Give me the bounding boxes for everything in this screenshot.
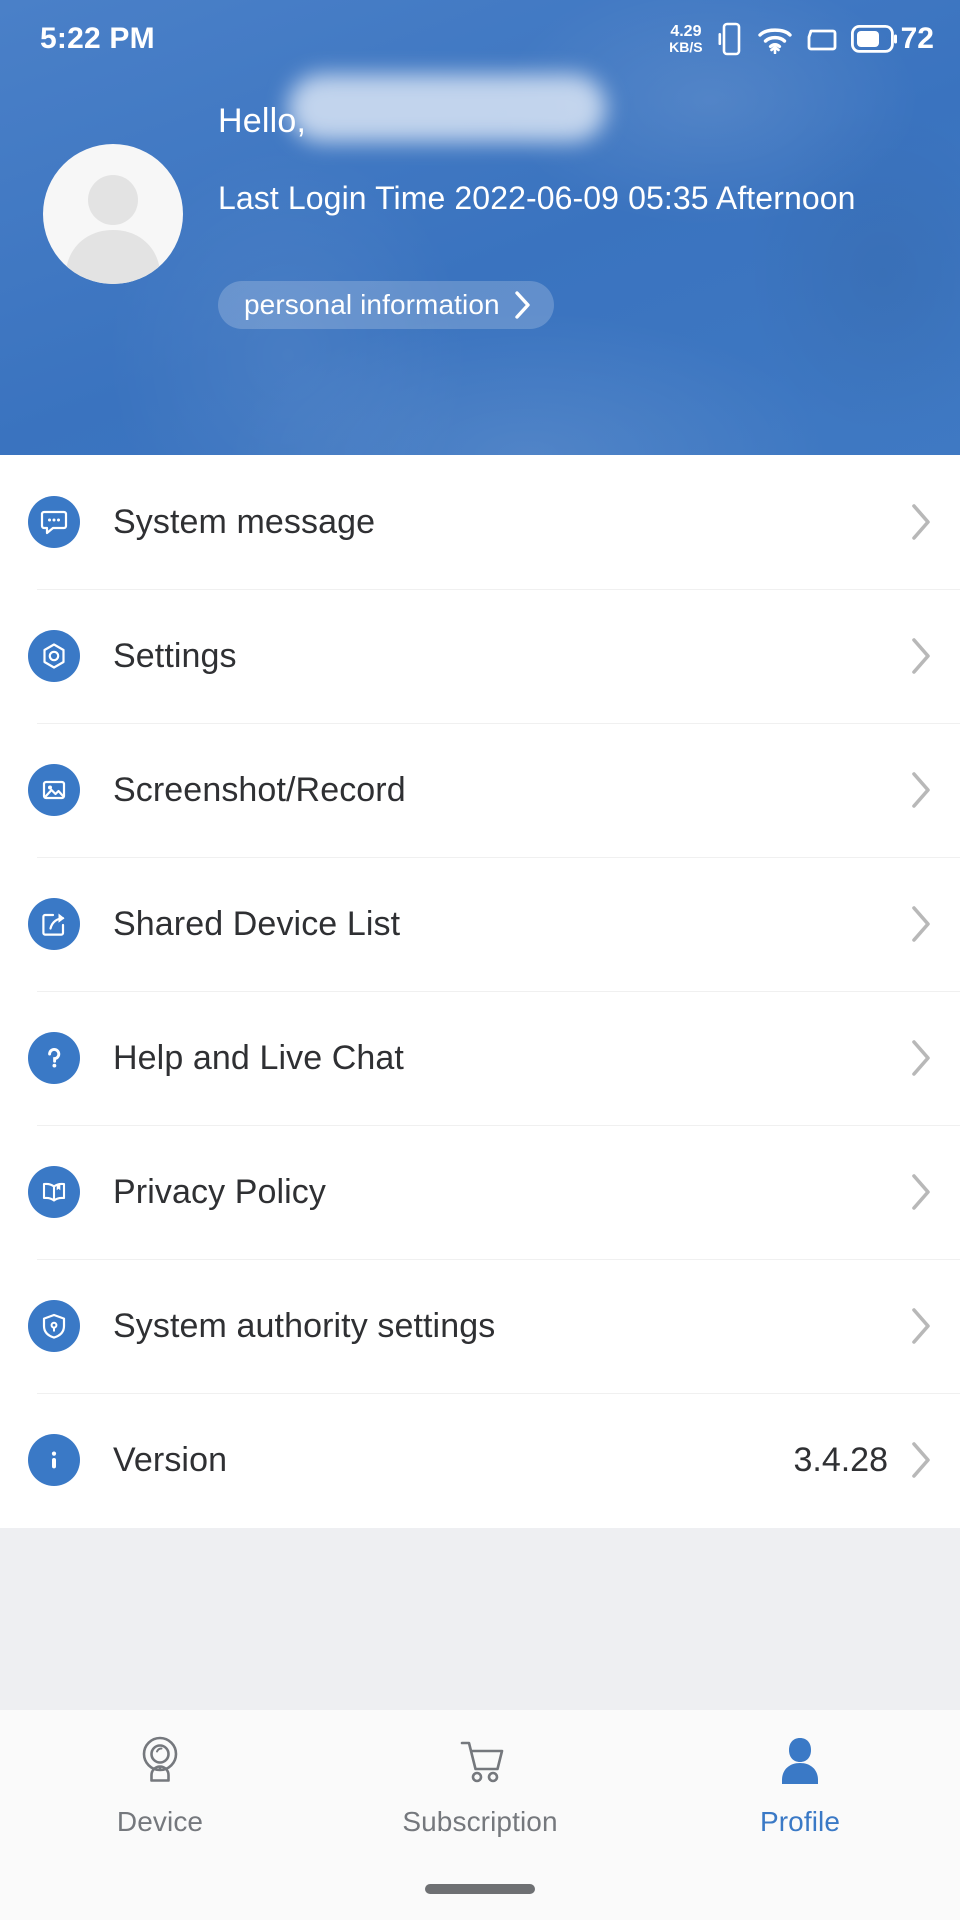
nav-tab-label: Subscription	[402, 1806, 558, 1837]
chevron-right-icon	[514, 290, 532, 320]
status-bar: 5:22 PM 4.29 KB/S 72	[0, 0, 960, 78]
info-icon	[28, 1434, 80, 1486]
menu-item-label: System message	[113, 502, 376, 541]
menu-item-label: Version	[113, 1440, 228, 1479]
personal-information-label: personal information	[244, 289, 500, 320]
username-redaction-blur	[288, 74, 606, 142]
default-avatar-person-icon	[66, 175, 160, 284]
last-login-text: Last Login Time 2022-06-09 05:35 Afterno…	[218, 180, 856, 216]
version-value: 3.4.28	[793, 1440, 888, 1479]
chevron-right-icon	[910, 636, 932, 676]
chevron-right-icon	[910, 770, 932, 810]
bottom-navigation-bar: Device Subscription Profile	[0, 1710, 960, 1920]
nav-tab-subscription[interactable]: Subscription	[320, 1710, 640, 1870]
network-speed-indicator: 4.29 KB/S	[669, 22, 703, 56]
chevron-right-icon	[910, 1172, 932, 1212]
shield-lock-icon	[28, 1300, 80, 1352]
nav-tab-label: Profile	[759, 1806, 841, 1837]
nav-tab-profile[interactable]: Profile	[640, 1710, 960, 1870]
menu-item-version[interactable]: Version 3.4.28	[0, 1393, 960, 1527]
avatar[interactable]	[43, 144, 183, 284]
network-speed-unit: KB/S	[669, 39, 703, 56]
person-icon	[769, 1726, 831, 1796]
personal-information-button[interactable]: personal information	[218, 281, 554, 329]
message-bubble-icon	[28, 496, 80, 548]
chevron-right-icon	[910, 502, 932, 542]
menu-item-label: Shared Device List	[113, 904, 401, 943]
nav-tab-label: Device	[116, 1806, 204, 1837]
menu-item-label: Settings	[113, 636, 237, 675]
menu-item-label: Screenshot/Record	[113, 770, 406, 809]
home-gesture-bar[interactable]	[425, 1884, 535, 1894]
menu-item-settings[interactable]: Settings	[0, 589, 960, 723]
menu-item-privacy-policy[interactable]: Privacy Policy	[0, 1125, 960, 1259]
share-export-icon	[28, 898, 80, 950]
chevron-right-icon	[910, 1440, 932, 1480]
battery-icon	[850, 25, 897, 53]
profile-header: 5:22 PM 4.29 KB/S 72 Hello, Last Login T…	[0, 0, 960, 455]
menu-item-label: Help and Live Chat	[113, 1038, 404, 1077]
wifi-icon	[757, 24, 793, 54]
menu-item-help-and-live-chat[interactable]: Help and Live Chat	[0, 991, 960, 1125]
menu-item-shared-device-list[interactable]: Shared Device List	[0, 857, 960, 991]
shopping-cart-icon	[449, 1726, 511, 1796]
book-icon	[28, 1166, 80, 1218]
image-icon	[28, 764, 80, 816]
question-mark-icon	[28, 1032, 80, 1084]
greeting-text: Hello,	[218, 102, 307, 140]
status-bar-icons: 4.29 KB/S 72	[669, 22, 934, 56]
settings-menu-list: System message Settings Screenshot/Recor…	[0, 455, 960, 1528]
menu-item-label: Privacy Policy	[113, 1172, 327, 1211]
gear-icon	[28, 630, 80, 682]
content-background-gap	[0, 1528, 960, 1710]
status-bar-time: 5:22 PM	[40, 22, 155, 55]
nav-tab-device[interactable]: Device	[0, 1710, 320, 1870]
vibrate-icon	[717, 22, 743, 56]
sim-icon	[807, 24, 837, 54]
battery-indicator: 72	[850, 22, 934, 56]
app-screen: 5:22 PM 4.29 KB/S 72 Hello, Last Login T…	[0, 0, 960, 1920]
chevron-right-icon	[910, 1038, 932, 1078]
menu-item-system-message[interactable]: System message	[0, 455, 960, 589]
menu-item-label: System authority settings	[113, 1306, 496, 1345]
battery-percentage: 72	[900, 22, 934, 55]
camera-icon	[129, 1726, 191, 1796]
chevron-right-icon	[910, 904, 932, 944]
network-speed-value: 4.29	[670, 22, 702, 40]
menu-item-screenshot-record[interactable]: Screenshot/Record	[0, 723, 960, 857]
chevron-right-icon	[910, 1306, 932, 1346]
menu-item-system-authority-settings[interactable]: System authority settings	[0, 1259, 960, 1393]
